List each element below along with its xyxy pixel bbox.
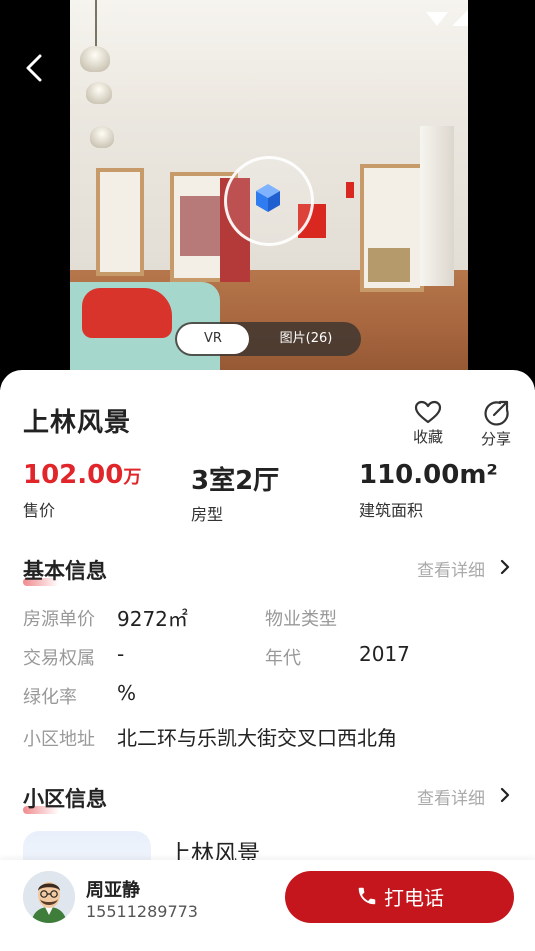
price-unit: 万 [123,467,142,488]
unit-price-label: 房源单价 [23,609,95,630]
listing-photo-area[interactable]: VR 图片(26) [0,0,535,390]
ownership-value: - [117,642,125,666]
address-label: 小区地址 [23,729,95,750]
share-button[interactable]: 分享 [474,400,518,449]
basic-info-title: 基本信息 [23,559,107,583]
price-number: 102.00 [23,460,124,490]
agent-avatar-icon [23,871,75,923]
share-icon [484,400,509,426]
signal-status-icon [426,10,468,26]
favorite-label: 收藏 [412,428,443,446]
year-value: 2017 [359,642,410,666]
unit-price-value: 9272㎡ [117,607,188,631]
chevron-right-icon [500,787,510,803]
area-value: 110.00m² [359,460,498,490]
green-rate-label: 绿化率 [23,687,77,708]
address-value: 北二环与乐凯大街交叉口西北角 [117,726,397,750]
call-button-label: 打电话 [384,886,444,910]
phone-icon [358,887,376,905]
layout-label: 房型 [191,505,224,524]
area-label: 建筑面积 [359,501,424,520]
property-type-label: 物业类型 [265,609,337,630]
community-info-title: 小区信息 [23,787,107,811]
tab-pictures[interactable]: 图片(26) [261,324,351,354]
tab-vr[interactable]: VR [177,324,249,354]
agent-name: 周亚静 [86,880,140,901]
price-value: 102.00万 [23,460,141,490]
photo-mode-tabs: VR 图片(26) [175,322,361,356]
agent-avatar[interactable] [23,871,75,923]
share-label: 分享 [480,430,511,448]
vr-cube-icon [256,184,280,212]
basic-info-more-link[interactable]: 查看详细 [417,556,485,581]
layout-value: 3室2厅 [191,466,280,496]
price-label: 售价 [23,501,56,520]
back-arrow-icon[interactable] [18,48,52,88]
chevron-right-icon [500,559,510,575]
community-more-link[interactable]: 查看详细 [417,784,485,809]
listing-title: 上林风景 [23,408,132,438]
green-rate-value: % [117,681,137,705]
heart-icon [414,400,442,424]
favorite-button[interactable]: 收藏 [406,400,450,447]
year-label: 年代 [265,648,301,669]
ownership-label: 交易权属 [23,648,95,669]
agent-phone: 15511289773 [86,902,198,921]
